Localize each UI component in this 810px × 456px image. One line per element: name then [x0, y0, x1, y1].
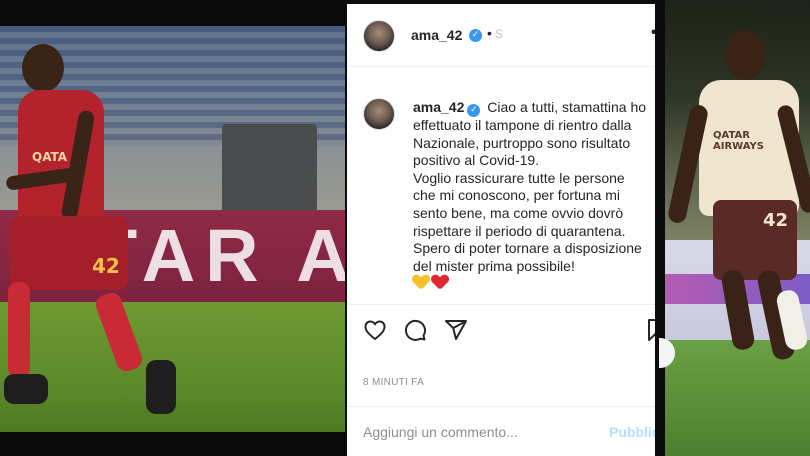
player-shorts — [10, 216, 128, 290]
left-player-photo: TAR A QATA 42 — [0, 0, 347, 456]
share-icon[interactable] — [444, 318, 468, 342]
caption-line: Voglio rassicurare tutte le persone — [413, 169, 625, 186]
player-leg — [93, 289, 145, 375]
caption-line: effettuato il tampone di rientro dalla — [413, 117, 632, 133]
caption-line: sento bene, ma come ovvio dovrò — [413, 204, 624, 221]
player-leg — [8, 282, 30, 378]
comment-icon[interactable] — [403, 318, 427, 342]
shorts-number: 42 — [763, 210, 789, 231]
post-caption: ama_42 ✓ Ciao a tutti, stamattina ho effe… — [347, 66, 674, 305]
caption-line: Nazionale, purtroppo sono risultato — [413, 134, 631, 151]
player-boot — [4, 374, 48, 404]
caption-username[interactable]: ama_42 — [413, 99, 464, 115]
shorts-number: 42 — [92, 254, 120, 278]
caption-text: ama_42 ✓ Ciao a tutti, stamattina ho effe… — [413, 99, 671, 295]
verified-badge-icon: ✓ — [469, 29, 482, 42]
instagram-post: ama_42 ✓ • S ••• ama_42✓ Ciao a tutti, s… — [347, 4, 674, 456]
post-timestamp[interactable]: 8 MINUTI FA — [363, 377, 424, 388]
avatar[interactable] — [363, 98, 395, 130]
shirt-sponsor: QATAR AIRWAYS — [713, 130, 764, 152]
post-username[interactable]: ama_42 — [411, 27, 462, 43]
player-head — [725, 30, 765, 80]
avatar[interactable] — [363, 20, 395, 52]
emoji-row — [413, 277, 451, 293]
caption-line: Spero di poter tornare a disposizione — [413, 240, 642, 257]
comment-input[interactable] — [363, 421, 599, 443]
shirt-sponsor: QATA — [32, 150, 68, 164]
separator-dot: • — [487, 25, 492, 41]
heart-icon[interactable] — [363, 318, 387, 342]
follow-button[interactable]: S — [495, 27, 503, 41]
red-heart-emoji-icon — [432, 275, 448, 290]
yellow-heart-emoji-icon — [413, 275, 429, 290]
player-boot — [146, 360, 176, 414]
caption-line: positivo al Covid-19. — [413, 152, 540, 169]
football — [659, 338, 675, 368]
player-leg — [720, 268, 756, 352]
verified-badge-icon: ✓ — [467, 104, 481, 117]
player-figure: QATAR AIRWAYS 42 — [655, 0, 810, 456]
post-actions — [347, 306, 674, 356]
caption-line: che mi conoscono, per fortuna mi — [413, 187, 620, 204]
right-player-photo: QATAR AIRWAYS 42 — [655, 0, 810, 456]
post-header: ama_42 ✓ • S ••• — [347, 4, 674, 67]
player-head — [22, 44, 64, 92]
caption-line: rispettare il periodo di quarantena. — [413, 222, 626, 239]
comment-bar: Pubblica — [347, 406, 674, 456]
caption-line: Ciao a tutti, stamattina ho — [487, 99, 647, 115]
caption-line: del mister prima possibile! — [413, 257, 575, 274]
player-figure: QATA 42 — [0, 0, 347, 456]
